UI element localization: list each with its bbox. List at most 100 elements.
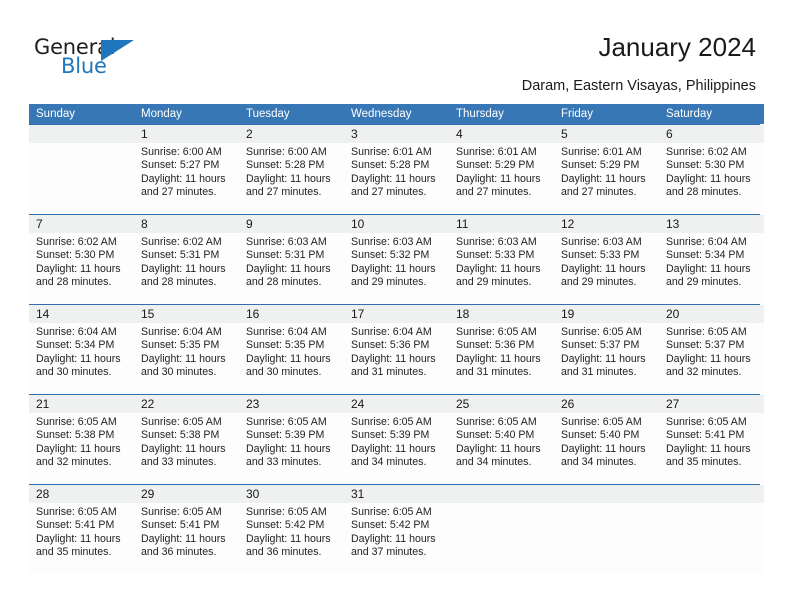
calendar-table: Sunday Monday Tuesday Wednesday Thursday… [29, 104, 764, 574]
day-number[interactable]: 19 [554, 305, 659, 323]
day-number[interactable]: 29 [134, 485, 239, 503]
day-number[interactable]: 9 [239, 215, 344, 233]
day-cell[interactable]: Sunrise: 6:05 AM Sunset: 5:38 PM Dayligh… [29, 413, 134, 484]
day-cell[interactable]: Sunrise: 6:05 AM Sunset: 5:41 PM Dayligh… [659, 413, 764, 484]
day-cell[interactable]: Sunrise: 6:05 AM Sunset: 5:40 PM Dayligh… [449, 413, 554, 484]
day-cell[interactable]: Sunrise: 6:03 AM Sunset: 5:33 PM Dayligh… [449, 233, 554, 304]
day-cell[interactable]: Sunrise: 6:04 AM Sunset: 5:34 PM Dayligh… [659, 233, 764, 304]
day-cell[interactable]: Sunrise: 6:05 AM Sunset: 5:37 PM Dayligh… [554, 323, 659, 394]
day-cell[interactable]: Sunrise: 6:03 AM Sunset: 5:32 PM Dayligh… [344, 233, 449, 304]
day-cell[interactable]: Sunrise: 6:05 AM Sunset: 5:37 PM Dayligh… [659, 323, 764, 394]
sunrise-text: Sunrise: 6:05 AM [351, 506, 432, 518]
day-number[interactable]: 5 [554, 125, 659, 143]
day-cell[interactable]: Sunrise: 6:05 AM Sunset: 5:39 PM Dayligh… [344, 413, 449, 484]
general-blue-logo[interactable]: General Blue [34, 36, 154, 82]
daylight-text-line1: Daylight: 11 hours [141, 262, 226, 275]
daylight-text-line2: and 34 minutes. [351, 456, 427, 469]
daylight-text-line1: Daylight: 11 hours [561, 172, 646, 185]
day-number[interactable]: 16 [239, 305, 344, 323]
day-number[interactable]: 21 [29, 395, 134, 413]
day-cell[interactable]: Sunrise: 6:04 AM Sunset: 5:35 PM Dayligh… [134, 323, 239, 394]
page-subtitle: Daram, Eastern Visayas, Philippines [521, 78, 756, 94]
sunset-text: Sunset: 5:35 PM [141, 339, 220, 352]
day-number[interactable]: 13 [659, 215, 764, 233]
day-cell[interactable]: Sunrise: 6:03 AM Sunset: 5:31 PM Dayligh… [239, 233, 344, 304]
sunset-text: Sunset: 5:33 PM [456, 249, 535, 262]
sunset-text: Sunset: 5:41 PM [141, 519, 220, 532]
daylight-text-line1: Daylight: 11 hours [36, 262, 121, 275]
day-cell[interactable]: Sunrise: 6:04 AM Sunset: 5:35 PM Dayligh… [239, 323, 344, 394]
day-number[interactable] [449, 485, 554, 503]
day-cell[interactable]: Sunrise: 6:05 AM Sunset: 5:42 PM Dayligh… [344, 503, 449, 574]
day-cell[interactable]: Sunrise: 6:00 AM Sunset: 5:28 PM Dayligh… [239, 143, 344, 214]
day-number[interactable]: 6 [659, 125, 764, 143]
day-info-row: Sunrise: 6:04 AM Sunset: 5:34 PM Dayligh… [29, 323, 764, 394]
day-number[interactable]: 31 [344, 485, 449, 503]
day-number[interactable]: 15 [134, 305, 239, 323]
day-number[interactable]: 26 [554, 395, 659, 413]
daylight-text-line2: and 27 minutes. [561, 186, 637, 199]
day-number[interactable]: 3 [344, 125, 449, 143]
day-number[interactable]: 27 [659, 395, 764, 413]
day-number[interactable]: 10 [344, 215, 449, 233]
day-number[interactable] [554, 485, 659, 503]
day-cell[interactable] [554, 503, 659, 574]
day-number[interactable]: 7 [29, 215, 134, 233]
day-cell[interactable]: Sunrise: 6:02 AM Sunset: 5:30 PM Dayligh… [659, 143, 764, 214]
day-cell[interactable]: Sunrise: 6:02 AM Sunset: 5:31 PM Dayligh… [134, 233, 239, 304]
daylight-text-line1: Daylight: 11 hours [666, 262, 751, 275]
day-number-band: 21 22 23 24 25 26 27 [29, 395, 764, 413]
day-number[interactable]: 25 [449, 395, 554, 413]
calendar-week-row: 14 15 16 17 18 19 20 Sunrise: 6:04 AM Su… [29, 304, 764, 394]
day-number[interactable]: 14 [29, 305, 134, 323]
day-number[interactable]: 18 [449, 305, 554, 323]
day-cell[interactable]: Sunrise: 6:05 AM Sunset: 5:42 PM Dayligh… [239, 503, 344, 574]
day-number[interactable]: 2 [239, 125, 344, 143]
sunset-text: Sunset: 5:33 PM [561, 249, 640, 262]
sunrise-text: Sunrise: 6:03 AM [351, 236, 432, 248]
day-number[interactable]: 20 [659, 305, 764, 323]
day-cell[interactable]: Sunrise: 6:05 AM Sunset: 5:36 PM Dayligh… [449, 323, 554, 394]
day-cell[interactable] [449, 503, 554, 574]
sunrise-text: Sunrise: 6:03 AM [561, 236, 642, 248]
day-cell[interactable]: Sunrise: 6:03 AM Sunset: 5:33 PM Dayligh… [554, 233, 659, 304]
day-cell[interactable]: Sunrise: 6:05 AM Sunset: 5:38 PM Dayligh… [134, 413, 239, 484]
sunset-text: Sunset: 5:32 PM [351, 249, 430, 262]
day-number[interactable]: 30 [239, 485, 344, 503]
daylight-text-line2: and 31 minutes. [456, 366, 532, 379]
day-number[interactable]: 4 [449, 125, 554, 143]
daylight-text-line2: and 35 minutes. [36, 546, 112, 559]
day-cell[interactable]: Sunrise: 6:05 AM Sunset: 5:39 PM Dayligh… [239, 413, 344, 484]
day-number[interactable]: 17 [344, 305, 449, 323]
day-number[interactable]: 8 [134, 215, 239, 233]
daylight-text-line1: Daylight: 11 hours [141, 172, 226, 185]
day-number[interactable]: 11 [449, 215, 554, 233]
day-number[interactable]: 23 [239, 395, 344, 413]
day-number[interactable]: 22 [134, 395, 239, 413]
sunset-text: Sunset: 5:38 PM [36, 429, 115, 442]
sunrise-text: Sunrise: 6:04 AM [351, 326, 432, 338]
day-cell[interactable]: Sunrise: 6:01 AM Sunset: 5:29 PM Dayligh… [554, 143, 659, 214]
day-cell[interactable]: Sunrise: 6:04 AM Sunset: 5:36 PM Dayligh… [344, 323, 449, 394]
day-cell[interactable]: Sunrise: 6:05 AM Sunset: 5:40 PM Dayligh… [554, 413, 659, 484]
day-cell[interactable] [29, 143, 134, 214]
day-cell[interactable]: Sunrise: 6:01 AM Sunset: 5:29 PM Dayligh… [449, 143, 554, 214]
day-number[interactable] [29, 125, 134, 143]
sunset-text: Sunset: 5:28 PM [351, 159, 430, 172]
day-number[interactable]: 28 [29, 485, 134, 503]
day-cell[interactable]: Sunrise: 6:01 AM Sunset: 5:28 PM Dayligh… [344, 143, 449, 214]
day-cell[interactable]: Sunrise: 6:05 AM Sunset: 5:41 PM Dayligh… [134, 503, 239, 574]
day-number[interactable]: 1 [134, 125, 239, 143]
sunset-text: Sunset: 5:42 PM [351, 519, 430, 532]
calendar-week-row: 1 2 3 4 5 6 Sunrise: 6:00 AM Sunset: 5:2… [29, 124, 764, 214]
day-cell[interactable]: Sunrise: 6:02 AM Sunset: 5:30 PM Dayligh… [29, 233, 134, 304]
day-number[interactable] [659, 485, 764, 503]
day-cell[interactable] [659, 503, 764, 574]
day-cell[interactable]: Sunrise: 6:00 AM Sunset: 5:27 PM Dayligh… [134, 143, 239, 214]
day-cell[interactable]: Sunrise: 6:04 AM Sunset: 5:34 PM Dayligh… [29, 323, 134, 394]
day-number[interactable]: 24 [344, 395, 449, 413]
day-number[interactable]: 12 [554, 215, 659, 233]
day-cell[interactable]: Sunrise: 6:05 AM Sunset: 5:41 PM Dayligh… [29, 503, 134, 574]
sunrise-text: Sunrise: 6:02 AM [666, 146, 747, 158]
calendar-week-row: 21 22 23 24 25 26 27 Sunrise: 6:05 AM Su… [29, 394, 764, 484]
